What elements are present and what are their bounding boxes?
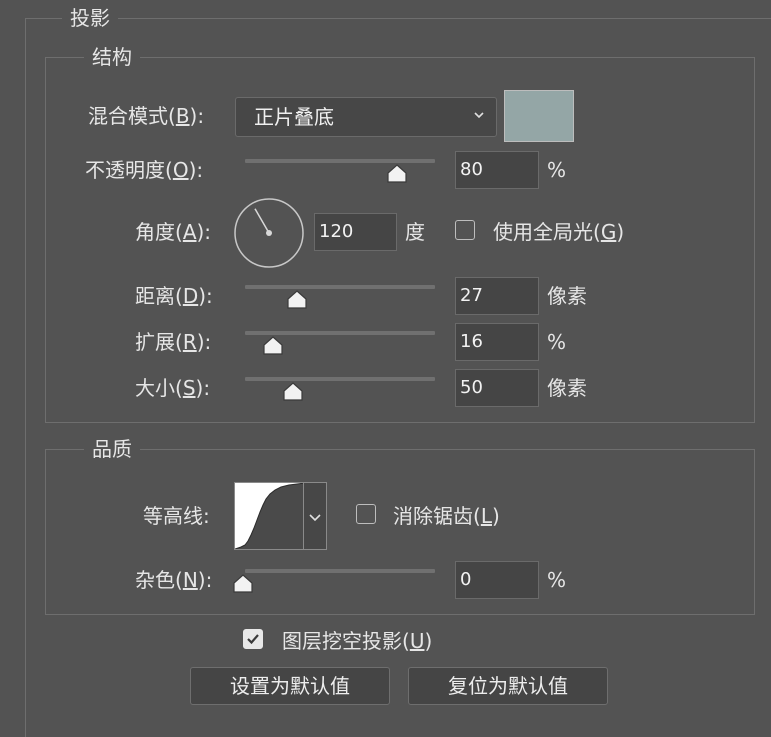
contour-preview[interactable] — [234, 482, 304, 550]
noise-unit: % — [547, 568, 567, 592]
shadow-color-swatch[interactable] — [504, 90, 574, 142]
distance-unit: 像素 — [547, 284, 587, 308]
quality-legend: 品质 — [84, 436, 140, 462]
distance-slider-track[interactable] — [245, 285, 435, 289]
blend-mode-label: 混合模式(B): — [88, 104, 205, 128]
chevron-down-icon — [474, 112, 484, 119]
size-slider-track[interactable] — [245, 377, 435, 381]
knockout-checkbox[interactable] — [243, 629, 263, 649]
noise-label: 杂色(N): — [135, 568, 213, 592]
noise-slider-thumb[interactable] — [232, 574, 254, 594]
distance-label: 距离(D): — [135, 284, 213, 308]
blend-mode-dropdown[interactable]: 正片叠底 — [235, 97, 497, 137]
angle-unit: 度 — [405, 220, 425, 244]
noise-slider-track[interactable] — [245, 569, 435, 573]
structure-legend: 结构 — [84, 44, 140, 70]
contour-dropdown-button[interactable] — [304, 482, 327, 550]
blend-mode-value: 正片叠底 — [254, 105, 334, 129]
make-default-button[interactable]: 设置为默认值 — [190, 667, 390, 705]
spread-slider-track[interactable] — [245, 331, 435, 335]
size-slider-thumb[interactable] — [282, 382, 304, 402]
checkmark-icon — [247, 634, 259, 645]
spread-label: 扩展(R): — [135, 330, 212, 354]
global-light-checkbox[interactable] — [455, 220, 475, 240]
opacity-unit: % — [547, 158, 567, 182]
global-light-label: 使用全局光(G) — [493, 220, 625, 244]
opacity-input[interactable]: 80 — [455, 151, 539, 189]
spread-unit: % — [547, 330, 567, 354]
anti-alias-label: 消除锯齿(L) — [393, 504, 500, 528]
spread-slider-thumb[interactable] — [262, 336, 284, 356]
angle-label: 角度(A): — [135, 220, 212, 244]
distance-slider-thumb[interactable] — [286, 290, 308, 310]
anti-alias-checkbox[interactable] — [356, 504, 376, 524]
angle-input[interactable]: 120 — [314, 213, 397, 251]
size-unit: 像素 — [547, 376, 587, 400]
reset-default-button[interactable]: 复位为默认值 — [408, 667, 608, 705]
spread-input[interactable]: 16 — [455, 323, 539, 361]
opacity-slider-track[interactable] — [245, 159, 435, 163]
size-label: 大小(S): — [135, 376, 211, 400]
chevron-down-icon — [309, 514, 321, 522]
distance-input[interactable]: 27 — [455, 277, 539, 315]
panel-title: 投影 — [62, 5, 118, 31]
opacity-slider-thumb[interactable] — [386, 164, 408, 184]
contour-label: 等高线: — [143, 504, 210, 528]
drop-shadow-panel: 投影 结构 混合模式(B): 正片叠底 不透明度(O): 80 % 角度(A):… — [0, 0, 771, 737]
angle-dial[interactable] — [233, 197, 305, 269]
noise-input[interactable]: 0 — [455, 561, 539, 599]
contour-curve-icon — [235, 483, 303, 549]
knockout-label: 图层挖空投影(U) — [282, 629, 433, 653]
size-input[interactable]: 50 — [455, 369, 539, 407]
opacity-label: 不透明度(O): — [85, 158, 204, 182]
